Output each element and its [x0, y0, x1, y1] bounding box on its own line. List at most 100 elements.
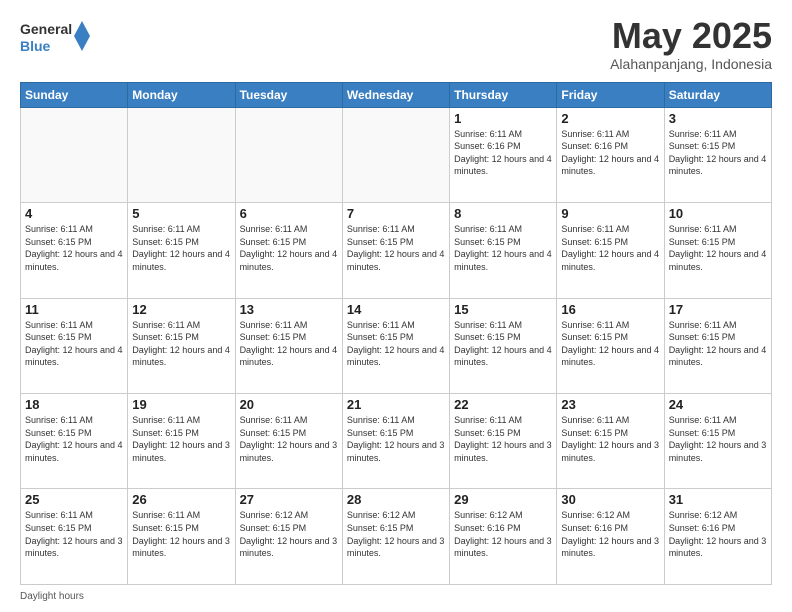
day-number: 19: [132, 397, 230, 412]
day-number: 17: [669, 302, 767, 317]
day-number: 31: [669, 492, 767, 507]
day-info: Sunrise: 6:11 AM Sunset: 6:15 PM Dayligh…: [561, 223, 659, 273]
daylight-label: Daylight hours: [20, 591, 84, 602]
day-number: 29: [454, 492, 552, 507]
day-info: Sunrise: 6:11 AM Sunset: 6:15 PM Dayligh…: [25, 223, 123, 273]
day-info: Sunrise: 6:11 AM Sunset: 6:15 PM Dayligh…: [132, 319, 230, 369]
day-info: Sunrise: 6:11 AM Sunset: 6:15 PM Dayligh…: [132, 223, 230, 273]
calendar-table: SundayMondayTuesdayWednesdayThursdayFrid…: [20, 82, 772, 585]
day-info: Sunrise: 6:12 AM Sunset: 6:16 PM Dayligh…: [454, 509, 552, 559]
day-info: Sunrise: 6:11 AM Sunset: 6:16 PM Dayligh…: [561, 128, 659, 178]
calendar-week-row: 18 Sunrise: 6:11 AM Sunset: 6:15 PM Dayli…: [21, 394, 772, 489]
calendar-cell: 3 Sunrise: 6:11 AM Sunset: 6:15 PM Daylig…: [664, 107, 771, 202]
day-info: Sunrise: 6:11 AM Sunset: 6:15 PM Dayligh…: [669, 414, 767, 464]
day-number: 9: [561, 206, 659, 221]
day-number: 20: [240, 397, 338, 412]
calendar-cell: 4 Sunrise: 6:11 AM Sunset: 6:15 PM Daylig…: [21, 203, 128, 298]
day-number: 22: [454, 397, 552, 412]
day-info: Sunrise: 6:11 AM Sunset: 6:15 PM Dayligh…: [454, 223, 552, 273]
calendar-day-header: Wednesday: [342, 82, 449, 107]
day-info: Sunrise: 6:11 AM Sunset: 6:15 PM Dayligh…: [669, 223, 767, 273]
calendar-day-header: Thursday: [450, 82, 557, 107]
calendar-cell: [342, 107, 449, 202]
calendar-cell: 31Sunrise: 6:12 AM Sunset: 6:16 PM Dayli…: [664, 489, 771, 585]
day-info: Sunrise: 6:11 AM Sunset: 6:15 PM Dayligh…: [132, 509, 230, 559]
calendar-cell: [21, 107, 128, 202]
calendar-cell: [128, 107, 235, 202]
svg-text:Blue: Blue: [20, 38, 51, 54]
day-number: 2: [561, 111, 659, 126]
day-number: 24: [669, 397, 767, 412]
calendar-day-header: Friday: [557, 82, 664, 107]
day-info: Sunrise: 6:11 AM Sunset: 6:15 PM Dayligh…: [240, 223, 338, 273]
day-info: Sunrise: 6:11 AM Sunset: 6:15 PM Dayligh…: [347, 319, 445, 369]
day-number: 14: [347, 302, 445, 317]
calendar-week-row: 1 Sunrise: 6:11 AM Sunset: 6:16 PM Daylig…: [21, 107, 772, 202]
day-number: 11: [25, 302, 123, 317]
calendar-cell: 29 Sunrise: 6:12 AM Sunset: 6:16 PM Dayli…: [450, 489, 557, 585]
header: General Blue May 2025 Alahanpanjang, Ind…: [20, 16, 772, 72]
calendar-cell: 26 Sunrise: 6:11 AM Sunset: 6:15 PM Dayli…: [128, 489, 235, 585]
svg-text:General: General: [20, 21, 72, 37]
calendar-cell: 14 Sunrise: 6:11 AM Sunset: 6:15 PM Dayli…: [342, 298, 449, 393]
calendar-cell: 16Sunrise: 6:11 AM Sunset: 6:15 PM Dayli…: [557, 298, 664, 393]
day-number: 18: [25, 397, 123, 412]
calendar-week-row: 25 Sunrise: 6:11 AM Sunset: 6:15 PM Dayli…: [21, 489, 772, 585]
day-number: 30: [561, 492, 659, 507]
calendar-day-header: Monday: [128, 82, 235, 107]
month-title: May 2025: [610, 16, 772, 56]
day-number: 1: [454, 111, 552, 126]
day-info: Sunrise: 6:11 AM Sunset: 6:15 PM Dayligh…: [454, 319, 552, 369]
calendar-cell: 8Sunrise: 6:11 AM Sunset: 6:15 PM Daylig…: [450, 203, 557, 298]
calendar-header-row: SundayMondayTuesdayWednesdayThursdayFrid…: [21, 82, 772, 107]
day-info: Sunrise: 6:11 AM Sunset: 6:16 PM Dayligh…: [454, 128, 552, 178]
calendar-cell: [235, 107, 342, 202]
day-number: 12: [132, 302, 230, 317]
day-number: 3: [669, 111, 767, 126]
day-number: 15: [454, 302, 552, 317]
day-number: 27: [240, 492, 338, 507]
calendar-cell: 12 Sunrise: 6:11 AM Sunset: 6:15 PM Dayli…: [128, 298, 235, 393]
day-info: Sunrise: 6:11 AM Sunset: 6:15 PM Dayligh…: [561, 414, 659, 464]
calendar-day-header: Sunday: [21, 82, 128, 107]
day-info: Sunrise: 6:11 AM Sunset: 6:15 PM Dayligh…: [132, 414, 230, 464]
day-info: Sunrise: 6:11 AM Sunset: 6:15 PM Dayligh…: [454, 414, 552, 464]
day-number: 4: [25, 206, 123, 221]
calendar-cell: 9 Sunrise: 6:11 AM Sunset: 6:15 PM Daylig…: [557, 203, 664, 298]
page: General Blue May 2025 Alahanpanjang, Ind…: [0, 0, 792, 612]
day-info: Sunrise: 6:11 AM Sunset: 6:15 PM Dayligh…: [669, 128, 767, 178]
calendar-cell: 17Sunrise: 6:11 AM Sunset: 6:15 PM Dayli…: [664, 298, 771, 393]
calendar-cell: 19 Sunrise: 6:11 AM Sunset: 6:15 PM Dayli…: [128, 394, 235, 489]
day-number: 23: [561, 397, 659, 412]
calendar-cell: 1 Sunrise: 6:11 AM Sunset: 6:16 PM Daylig…: [450, 107, 557, 202]
day-number: 21: [347, 397, 445, 412]
calendar-week-row: 11 Sunrise: 6:11 AM Sunset: 6:15 PM Dayli…: [21, 298, 772, 393]
calendar-cell: 25Sunrise: 6:11 AM Sunset: 6:15 PM Dayli…: [21, 489, 128, 585]
calendar-cell: 27 Sunrise: 6:12 AM Sunset: 6:15 PM Dayli…: [235, 489, 342, 585]
day-number: 16: [561, 302, 659, 317]
day-number: 5: [132, 206, 230, 221]
generalblue-logo-icon: General Blue: [20, 16, 90, 56]
day-number: 26: [132, 492, 230, 507]
calendar-cell: 24 Sunrise: 6:11 AM Sunset: 6:15 PM Dayli…: [664, 394, 771, 489]
day-info: Sunrise: 6:11 AM Sunset: 6:15 PM Dayligh…: [240, 319, 338, 369]
day-number: 25: [25, 492, 123, 507]
day-info: Sunrise: 6:12 AM Sunset: 6:15 PM Dayligh…: [240, 509, 338, 559]
day-info: Sunrise: 6:11 AM Sunset: 6:15 PM Dayligh…: [347, 223, 445, 273]
day-info: Sunrise: 6:11 AM Sunset: 6:15 PM Dayligh…: [25, 414, 123, 464]
day-info: Sunrise: 6:11 AM Sunset: 6:15 PM Dayligh…: [240, 414, 338, 464]
day-info: Sunrise: 6:12 AM Sunset: 6:16 PM Dayligh…: [561, 509, 659, 559]
day-number: 7: [347, 206, 445, 221]
day-number: 10: [669, 206, 767, 221]
calendar-cell: 18 Sunrise: 6:11 AM Sunset: 6:15 PM Dayli…: [21, 394, 128, 489]
calendar-cell: 5 Sunrise: 6:11 AM Sunset: 6:15 PM Daylig…: [128, 203, 235, 298]
calendar-cell: 7 Sunrise: 6:11 AM Sunset: 6:15 PM Daylig…: [342, 203, 449, 298]
calendar-day-header: Tuesday: [235, 82, 342, 107]
location: Alahanpanjang, Indonesia: [610, 56, 772, 72]
calendar-cell: 23 Sunrise: 6:11 AM Sunset: 6:15 PM Dayli…: [557, 394, 664, 489]
footer: Daylight hours: [20, 591, 772, 602]
calendar-day-header: Saturday: [664, 82, 771, 107]
day-info: Sunrise: 6:12 AM Sunset: 6:15 PM Dayligh…: [347, 509, 445, 559]
calendar-cell: 11Sunrise: 6:11 AM Sunset: 6:15 PM Dayli…: [21, 298, 128, 393]
calendar-cell: 6Sunrise: 6:11 AM Sunset: 6:15 PM Daylig…: [235, 203, 342, 298]
